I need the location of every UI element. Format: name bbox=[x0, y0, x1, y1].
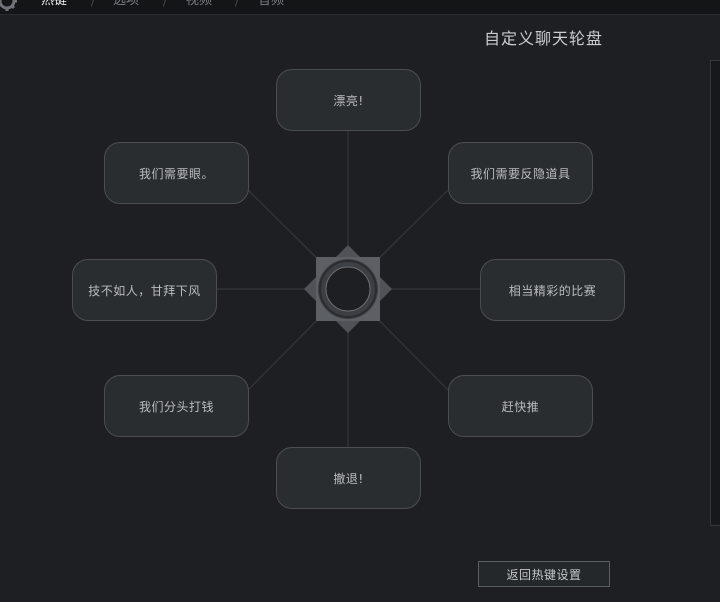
chat-slot-bottom-right[interactable]: 赶快推 bbox=[448, 375, 593, 437]
tab-separator: / bbox=[91, 0, 96, 8]
chat-slot-left[interactable]: 技不如人，甘拜下风 bbox=[72, 259, 217, 321]
chat-slot-bottom[interactable]: 撤退! bbox=[276, 447, 421, 509]
tab-video[interactable]: 视频 bbox=[186, 0, 212, 9]
chat-slot-right[interactable]: 相当精彩的比赛 bbox=[480, 259, 625, 321]
chat-slot-bottom-left[interactable]: 我们分头打钱 bbox=[104, 375, 249, 437]
chat-slot-top-left[interactable]: 我们需要眼。 bbox=[104, 142, 249, 204]
tab-options[interactable]: 选项 bbox=[113, 0, 139, 9]
gear-icon[interactable] bbox=[0, 0, 18, 12]
tab-hotkeys[interactable]: 热键 bbox=[41, 0, 67, 9]
top-nav-bar: 热键 / 选项 / 视频 / 音频 bbox=[0, 0, 720, 15]
back-to-hotkeys-button[interactable]: 返回热键设置 bbox=[478, 561, 610, 587]
scrollbar-track[interactable] bbox=[710, 60, 720, 526]
chat-slot-top[interactable]: 漂亮! bbox=[276, 69, 421, 131]
tab-audio[interactable]: 音频 bbox=[258, 0, 284, 9]
chat-slot-top-right[interactable]: 我们需要反隐道具 bbox=[448, 142, 593, 204]
chat-wheel-settings-screen: 热键 / 选项 / 视频 / 音频 自定义聊天轮盘 漂亮! 我们需要反隐道具 相… bbox=[0, 0, 720, 602]
tab-separator: / bbox=[235, 0, 240, 8]
tab-separator: / bbox=[163, 0, 168, 8]
page-title: 自定义聊天轮盘 bbox=[483, 29, 603, 48]
wheel-center-icon bbox=[304, 245, 392, 333]
